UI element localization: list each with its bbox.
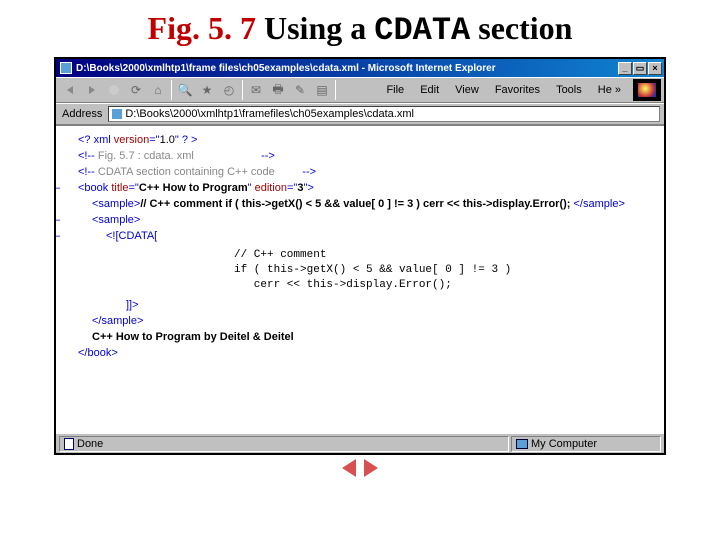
ie-logo-icon (633, 79, 661, 101)
stop-button[interactable] (103, 80, 125, 100)
page-icon (112, 109, 122, 119)
book-open-tag: –<book title="C++ How to Program" editio… (64, 180, 656, 196)
edit-button[interactable]: ✎ (289, 80, 311, 100)
menu-bar: File Edit View Favorites Tools He » (378, 79, 661, 101)
xml-comment: <!-- Fig. 5.7 : cdata. xml --> (64, 148, 656, 164)
menu-edit[interactable]: Edit (412, 81, 447, 99)
cdata-close: ]]> (64, 297, 656, 313)
print-button[interactable]: 🖶 (267, 80, 289, 100)
address-bar: Address D:\Books\2000\xmlhtp1\framefiles… (56, 103, 664, 125)
status-message: Done (59, 436, 509, 452)
close-button[interactable]: × (648, 62, 662, 75)
menu-tools[interactable]: Tools (548, 81, 590, 99)
back-button[interactable] (59, 80, 81, 100)
document-viewport: <? xml version="1.0" ? > <!-- Fig. 5.7 :… (56, 125, 664, 433)
slide-navigation (0, 459, 720, 482)
favorites-button[interactable]: ★ (196, 80, 218, 100)
home-button[interactable]: ⌂ (147, 80, 169, 100)
figure-caption: Fig. 5. 7 Using a CDATA section (0, 0, 720, 57)
xml-declaration: <? xml version="1.0" ? > (64, 132, 656, 148)
menu-file[interactable]: File (378, 81, 412, 99)
toolbar-separator (242, 80, 243, 100)
status-bar: Done My Computer (56, 433, 664, 453)
menu-view[interactable]: View (447, 81, 487, 99)
toolbar-separator (171, 80, 172, 100)
cdata-open: –<![CDATA[ (64, 228, 656, 244)
figure-number: Fig. 5. 7 (148, 10, 256, 46)
book-close-tag: </book> (64, 345, 656, 361)
mail-button[interactable]: ✉ (245, 80, 267, 100)
ie-window: D:\Books\2000\xmlhtp1\frame files\ch05ex… (54, 57, 666, 455)
address-input[interactable]: D:\Books\2000\xmlhtp1\framefiles\ch05exa… (108, 106, 660, 122)
book-text: C++ How to Program by Deitel & Deitel (64, 329, 656, 345)
xml-comment: <!-- CDATA section containing C++ code -… (64, 164, 656, 180)
title-bar: D:\Books\2000\xmlhtp1\frame files\ch05ex… (56, 59, 664, 77)
cdata-content: // C++ commentif ( this->getX() < 5 && v… (64, 248, 656, 293)
history-button[interactable]: ◴ (218, 80, 240, 100)
discuss-button[interactable]: ▤ (311, 80, 333, 100)
search-button[interactable]: 🔍 (174, 80, 196, 100)
address-value: D:\Books\2000\xmlhtp1\framefiles\ch05exa… (125, 108, 414, 120)
forward-button[interactable] (81, 80, 103, 100)
security-zone: My Computer (511, 436, 661, 452)
menu-favorites[interactable]: Favorites (487, 81, 548, 99)
collapse-toggle[interactable]: – (56, 212, 60, 228)
document-icon (64, 438, 74, 450)
maximize-button[interactable]: ▭ (633, 62, 647, 75)
sample-close-tag: </sample> (64, 313, 656, 329)
minimize-button[interactable]: _ (618, 62, 632, 75)
toolbar: ⟳ ⌂ 🔍 ★ ◴ ✉ 🖶 ✎ ▤ File Edit View Favorit… (56, 77, 664, 103)
window-title: D:\Books\2000\xmlhtp1\frame files\ch05ex… (76, 63, 496, 74)
toolbar-separator (335, 80, 336, 100)
menu-help[interactable]: He » (590, 81, 629, 99)
sample-inline: <sample>// C++ comment if ( this->getX()… (64, 196, 656, 212)
collapse-toggle[interactable]: – (56, 228, 60, 244)
next-slide-button[interactable] (364, 459, 378, 477)
ie-page-icon (60, 62, 72, 74)
address-label: Address (60, 108, 104, 120)
prev-slide-button[interactable] (342, 459, 356, 477)
refresh-button[interactable]: ⟳ (125, 80, 147, 100)
my-computer-icon (516, 439, 528, 449)
collapse-toggle[interactable]: – (56, 180, 60, 196)
sample-open-tag: –<sample> (64, 212, 656, 228)
